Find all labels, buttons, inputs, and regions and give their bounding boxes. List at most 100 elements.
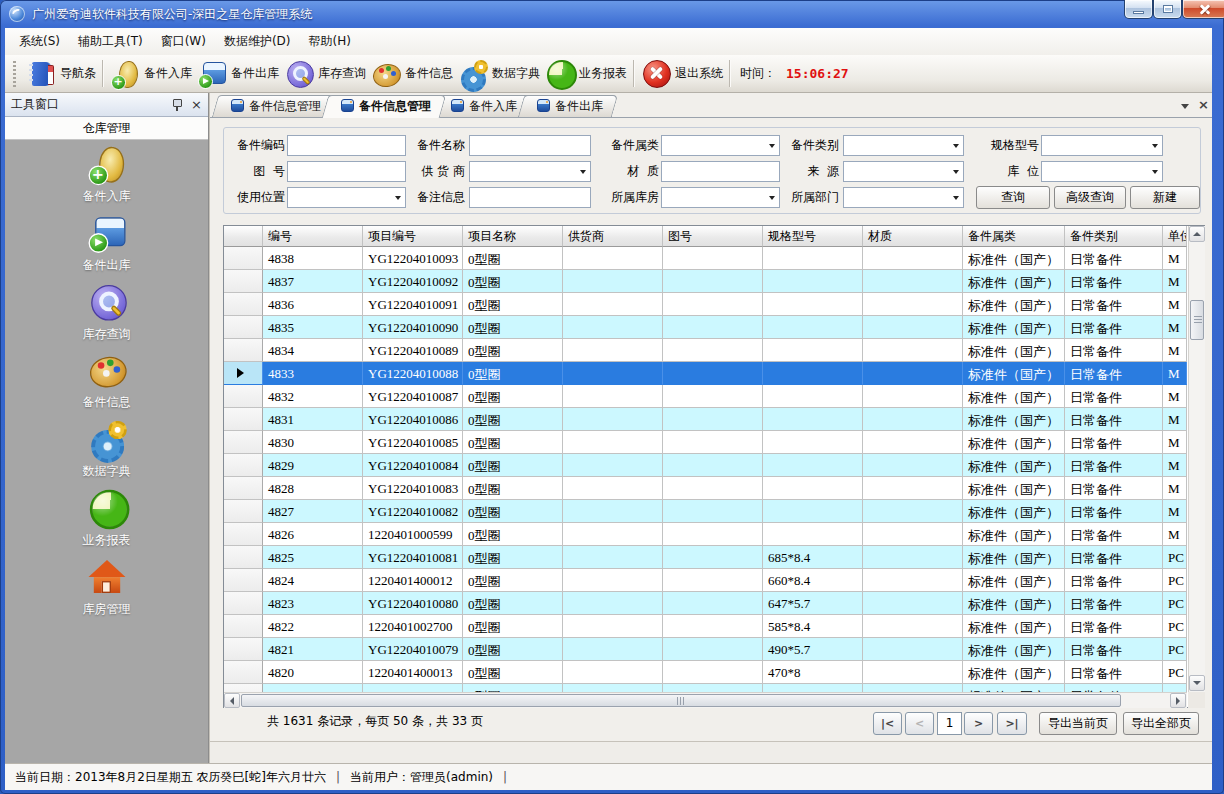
- grid-column-header[interactable]: 供货商: [563, 226, 663, 247]
- table-cell[interactable]: [663, 385, 763, 408]
- table-cell[interactable]: 日常备件: [1065, 270, 1163, 293]
- table-row[interactable]: 4830YG122040100850型圈标准件（国产）日常备件M: [224, 431, 1187, 454]
- table-cell[interactable]: 4834: [263, 339, 363, 362]
- search-combo[interactable]: [843, 187, 964, 208]
- table-cell[interactable]: [563, 247, 663, 270]
- table-cell[interactable]: [563, 385, 663, 408]
- table-cell[interactable]: 标准件（国产）: [963, 339, 1065, 362]
- table-cell[interactable]: M: [1163, 362, 1187, 385]
- scroll-left-button[interactable]: [224, 693, 240, 708]
- table-cell[interactable]: M: [1163, 500, 1187, 523]
- table-cell[interactable]: [663, 362, 763, 385]
- sidebar-item[interactable]: 备件信息: [5, 349, 208, 411]
- maximize-button[interactable]: [1153, 0, 1182, 19]
- table-cell[interactable]: [563, 431, 663, 454]
- row-selector-cell[interactable]: [224, 408, 263, 431]
- table-cell[interactable]: 日常备件: [1065, 454, 1163, 477]
- table-cell[interactable]: 日常备件: [1065, 569, 1163, 592]
- table-cell[interactable]: 4827: [263, 500, 363, 523]
- table-cell[interactable]: 标准件（国产）: [963, 500, 1065, 523]
- table-cell[interactable]: 标准件（国产）: [963, 546, 1065, 569]
- table-row[interactable]: 4832YG122040100870型圈标准件（国产）日常备件M: [224, 385, 1187, 408]
- table-cell[interactable]: 标准件（国产）: [963, 362, 1065, 385]
- table-cell[interactable]: [563, 615, 663, 638]
- table-cell[interactable]: [663, 615, 763, 638]
- table-cell[interactable]: 4819: [263, 684, 363, 692]
- table-cell[interactable]: [763, 316, 863, 339]
- toolbar-button[interactable]: 业务报表: [542, 56, 629, 92]
- search-combo[interactable]: [1041, 161, 1163, 182]
- table-cell[interactable]: 标准件（国产）: [963, 569, 1065, 592]
- table-cell[interactable]: M: [1163, 316, 1187, 339]
- grid-column-header[interactable]: 项目编号: [363, 226, 463, 247]
- row-selector-cell[interactable]: [224, 592, 263, 615]
- table-row[interactable]: 482412204014000120型圈660*8.4标准件（国产）日常备件PC: [224, 569, 1187, 592]
- grid-column-header[interactable]: 编号: [263, 226, 363, 247]
- search-combo[interactable]: [843, 161, 964, 182]
- table-cell[interactable]: [563, 684, 663, 692]
- table-cell[interactable]: 0型圈: [463, 500, 563, 523]
- table-cell[interactable]: YG12204010078: [363, 684, 463, 692]
- table-cell[interactable]: [563, 569, 663, 592]
- table-cell[interactable]: M: [1163, 523, 1187, 546]
- table-cell[interactable]: [763, 270, 863, 293]
- table-cell[interactable]: [763, 477, 863, 500]
- table-cell[interactable]: [863, 247, 963, 270]
- toolbar-button[interactable]: 库存查询: [281, 56, 368, 92]
- table-cell[interactable]: M: [1163, 454, 1187, 477]
- table-cell[interactable]: 470*8: [763, 661, 863, 684]
- vertical-scroll-thumb[interactable]: [1190, 300, 1204, 340]
- tab-dropdown-icon[interactable]: [1181, 104, 1189, 109]
- table-cell[interactable]: [863, 316, 963, 339]
- table-row[interactable]: 4821YG122040100790型圈490*5.7标准件（国产）日常备件PC: [224, 638, 1187, 661]
- table-cell[interactable]: [863, 454, 963, 477]
- table-cell[interactable]: YG12204010081: [363, 546, 463, 569]
- table-cell[interactable]: 0型圈: [463, 293, 563, 316]
- tab-2[interactable]: 备件入库: [435, 95, 529, 117]
- row-selector-cell[interactable]: [224, 615, 263, 638]
- table-cell[interactable]: [863, 339, 963, 362]
- table-cell[interactable]: 660*8.4: [763, 569, 863, 592]
- table-cell[interactable]: 0型圈: [463, 546, 563, 569]
- table-cell[interactable]: 0型圈: [463, 569, 563, 592]
- search-combo[interactable]: [661, 135, 780, 156]
- table-cell[interactable]: 标准件（国产）: [963, 477, 1065, 500]
- table-row[interactable]: 4836YG122040100910型圈标准件（国产）日常备件M: [224, 293, 1187, 316]
- table-row[interactable]: 4833YG122040100880型圈标准件（国产）日常备件M: [224, 362, 1187, 385]
- row-selector-cell[interactable]: [224, 569, 263, 592]
- table-cell[interactable]: [563, 408, 663, 431]
- table-cell[interactable]: 0型圈: [463, 316, 563, 339]
- prev-page-button[interactable]: <: [905, 712, 934, 735]
- table-cell[interactable]: M: [1163, 270, 1187, 293]
- table-cell[interactable]: PC: [1163, 546, 1187, 569]
- search-combo[interactable]: [661, 187, 780, 208]
- search-input[interactable]: [287, 135, 406, 156]
- table-cell[interactable]: 标准件（国产）: [963, 293, 1065, 316]
- toolbar-button[interactable]: 备件入库: [107, 56, 194, 92]
- row-selector-cell[interactable]: [224, 270, 263, 293]
- table-cell[interactable]: 标准件（国产）: [963, 592, 1065, 615]
- menu-item[interactable]: 辅助工具(T): [69, 28, 152, 55]
- table-cell[interactable]: YG12204010084: [363, 454, 463, 477]
- table-cell[interactable]: 0型圈: [463, 385, 563, 408]
- tab-0[interactable]: 备件信息管理: [215, 95, 333, 117]
- table-cell[interactable]: [663, 454, 763, 477]
- row-selector-cell[interactable]: [224, 316, 263, 339]
- table-cell[interactable]: 4828: [263, 477, 363, 500]
- table-cell[interactable]: [663, 270, 763, 293]
- table-cell[interactable]: [863, 684, 963, 692]
- table-row[interactable]: 482012204014000130型圈470*8标准件（国产）日常备件PC: [224, 661, 1187, 684]
- table-cell[interactable]: 日常备件: [1065, 339, 1163, 362]
- table-cell[interactable]: [663, 523, 763, 546]
- table-cell[interactable]: 4826: [263, 523, 363, 546]
- close-button[interactable]: [1182, 0, 1224, 19]
- table-cell[interactable]: 1220401400012: [363, 569, 463, 592]
- toolbar-button[interactable]: 备件信息: [368, 56, 455, 92]
- table-cell[interactable]: YG12204010079: [363, 638, 463, 661]
- table-cell[interactable]: M: [1163, 385, 1187, 408]
- table-cell[interactable]: YG12204010092: [363, 270, 463, 293]
- table-cell[interactable]: [663, 661, 763, 684]
- table-row[interactable]: 4825YG122040100810型圈685*8.4标准件（国产）日常备件PC: [224, 546, 1187, 569]
- row-selector-cell[interactable]: [224, 684, 263, 692]
- table-cell[interactable]: 4829: [263, 454, 363, 477]
